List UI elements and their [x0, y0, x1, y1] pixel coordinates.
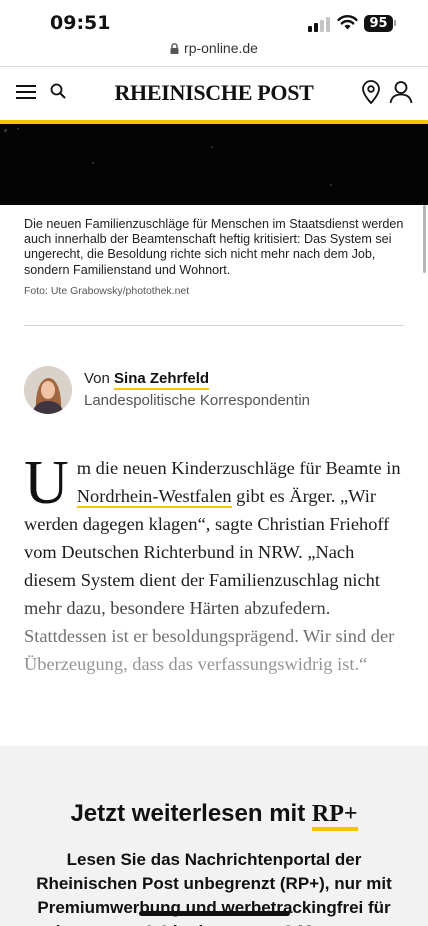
cellular-signal-icon	[308, 16, 332, 32]
url-text: rp-online.de	[184, 40, 258, 56]
drop-cap: U	[24, 449, 69, 517]
scrollbar[interactable]	[423, 205, 426, 273]
article-fade-overlay	[0, 588, 428, 718]
divider	[24, 325, 404, 326]
region-link[interactable]: Nordrhein-Westfalen	[76, 486, 232, 508]
wifi-icon	[337, 15, 358, 30]
battery-tip	[394, 20, 396, 26]
lock-icon	[170, 43, 179, 54]
home-indicator[interactable]	[139, 911, 290, 916]
status-bar: 09:51 95	[0, 0, 428, 40]
author-role: Landespolitische Korrespondentin	[84, 392, 310, 409]
author-portrait	[24, 366, 72, 414]
user-account-icon[interactable]	[389, 80, 413, 104]
paywall-title: Jetzt weiterlesen mit RP+	[0, 800, 428, 831]
paywall-teaser: Jetzt weiterlesen mit RP+ Lesen Sie das …	[0, 746, 428, 926]
author-avatar[interactable]	[24, 366, 72, 414]
paywall-title-text: Jetzt weiterlesen mit	[70, 800, 306, 827]
status-time: 09:51	[50, 12, 111, 34]
location-pin-icon[interactable]	[361, 80, 381, 104]
article-text-part1: m die neuen Kinderzuschläge für Beamte i…	[76, 458, 401, 478]
site-header: RHEINISCHE POST	[0, 67, 428, 120]
battery-icon: 95	[364, 15, 393, 32]
image-credit: Foto: Ute Grabowsky/photothek.net	[24, 285, 190, 297]
image-caption: Die neuen Familienzuschläge für Menschen…	[24, 217, 404, 277]
rp-plus-badge: RP+	[311, 801, 358, 831]
author-byline: Von Sina Zehrfeld	[84, 370, 210, 390]
author-prefix: Von	[84, 370, 110, 387]
article-image	[0, 124, 428, 205]
url-bar[interactable]: rp-online.de	[0, 40, 428, 66]
author-name-link[interactable]: Sina Zehrfeld	[114, 370, 210, 390]
